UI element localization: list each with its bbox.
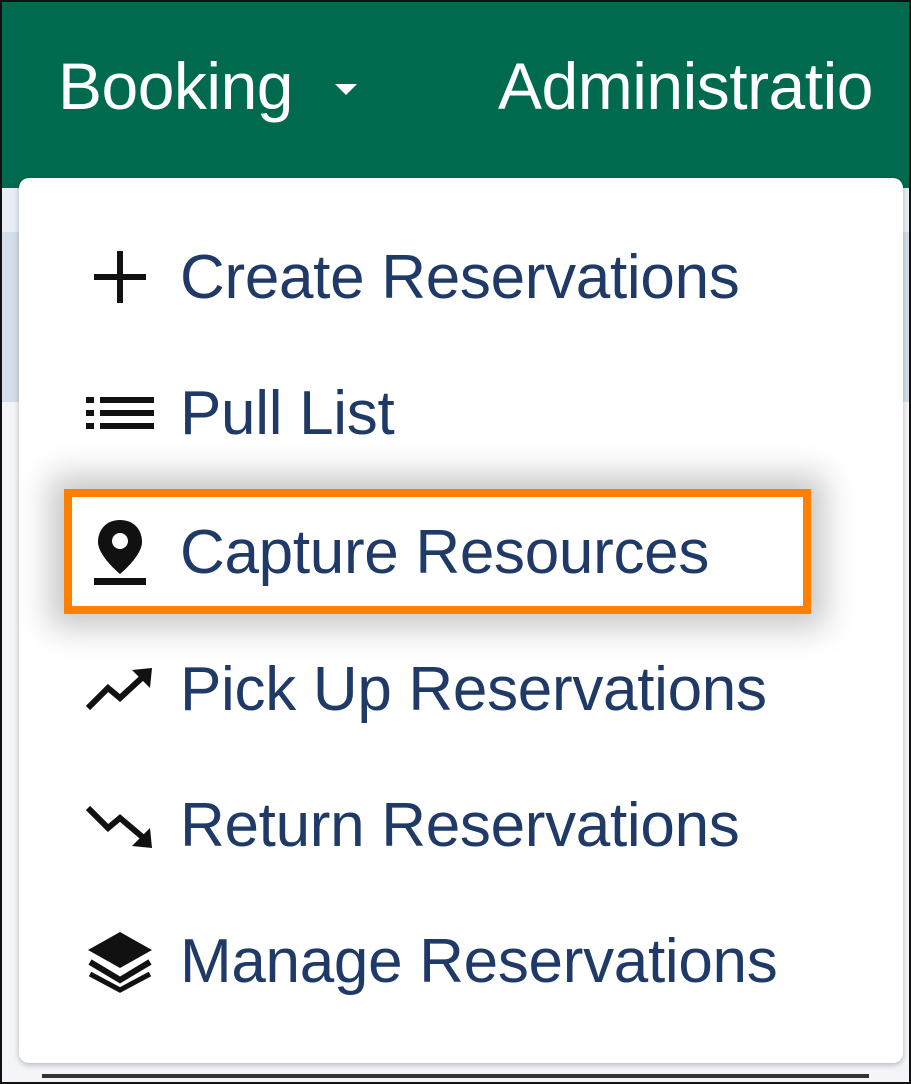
menu-item-manage-reservations[interactable]: Manage Reservations xyxy=(19,902,903,1020)
trend-down-icon xyxy=(81,786,159,864)
nav-booking-label: Booking xyxy=(58,49,294,123)
menu-item-label: Return Reservations xyxy=(180,790,740,860)
menu-item-label: Capture Resources xyxy=(180,517,710,587)
chevron-down-icon xyxy=(335,83,358,95)
plus-icon xyxy=(81,238,159,316)
background-divider xyxy=(42,1074,869,1078)
menu-item-label: Pull List xyxy=(180,378,395,448)
list-icon xyxy=(81,374,159,452)
nav-administration-menu[interactable]: Administratio xyxy=(498,46,873,126)
nav-administration-label: Administratio xyxy=(498,49,873,123)
menu-item-create-reservations[interactable]: Create Reservations xyxy=(19,218,903,336)
trend-up-icon xyxy=(81,650,159,728)
menu-item-pull-list[interactable]: Pull List xyxy=(19,354,903,472)
booking-dropdown-menu: Create Reservations Pull List Capture Re… xyxy=(19,178,903,1063)
menu-item-label: Pick Up Reservations xyxy=(180,654,767,724)
layers-icon xyxy=(81,922,159,1000)
menu-item-pick-up-reservations[interactable]: Pick Up Reservations xyxy=(19,630,903,748)
menu-item-capture-resources[interactable]: Capture Resources xyxy=(19,493,903,611)
menu-item-label: Manage Reservations xyxy=(180,926,778,996)
menu-item-label: Create Reservations xyxy=(180,242,740,312)
menu-item-return-reservations[interactable]: Return Reservations xyxy=(19,766,903,884)
nav-booking-menu[interactable]: Booking xyxy=(58,46,358,126)
top-navbar: Booking Administratio xyxy=(2,2,909,188)
screenshot-frame: Booking Administratio Create Reservation… xyxy=(0,0,911,1084)
map-pin-icon xyxy=(81,513,159,591)
